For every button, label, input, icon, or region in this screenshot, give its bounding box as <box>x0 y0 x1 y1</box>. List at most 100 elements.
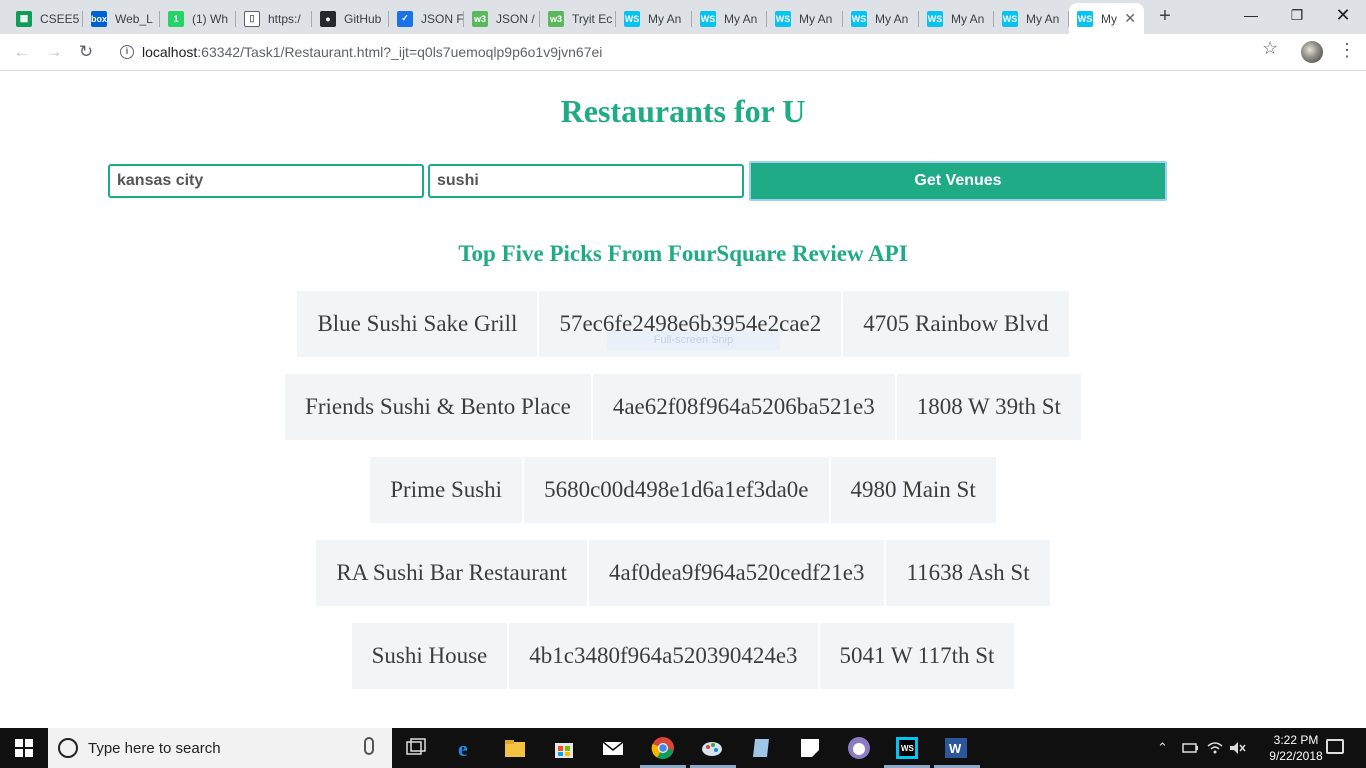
venue-name-cell: Blue Sushi Sake Grill <box>297 291 538 357</box>
venue-row: Friends Sushi & Bento Place 4ae62f08f964a… <box>0 374 1366 440</box>
browser-tab[interactable]: WS My An <box>994 3 1069 34</box>
close-tab-icon[interactable]: ✕ <box>1124 10 1136 27</box>
city-input[interactable] <box>108 164 424 198</box>
venue-id-cell: 4af0dea9f964a520cedf21e3 <box>589 540 885 606</box>
minimize-button[interactable]: — <box>1228 0 1274 30</box>
new-tab-button[interactable]: + <box>1154 6 1176 28</box>
profile-avatar[interactable] <box>1301 41 1323 63</box>
svg-text:W: W <box>949 741 962 756</box>
back-button[interactable]: ← <box>10 40 34 64</box>
tab-title: My An <box>951 11 985 26</box>
edge-icon[interactable]: e <box>455 736 479 760</box>
browser-tab[interactable]: ● GitHub <box>312 3 389 34</box>
notes-icon[interactable] <box>749 736 773 760</box>
file-explorer-icon[interactable] <box>503 736 527 760</box>
url-text[interactable]: localhost:63342/Task1/Restaurant.html?_i… <box>142 44 602 60</box>
search-placeholder: Type here to search <box>88 740 221 757</box>
reload-button[interactable]: ↻ <box>74 40 98 64</box>
browser-tab[interactable]: ▯ https:/ <box>236 3 312 34</box>
info-icon[interactable]: i <box>120 45 134 59</box>
microphone-icon[interactable] <box>364 737 374 755</box>
store-icon[interactable] <box>552 736 576 760</box>
webstorm-icon: WS <box>927 10 943 27</box>
browser-tab[interactable]: w3 JSON / <box>464 3 540 34</box>
tab-title: My An <box>1026 11 1060 26</box>
venue-id-cell: 4ae62f08f964a5206ba521e3 <box>592 374 895 440</box>
page-content: Restaurants for U Get Venues Top Five Pi… <box>0 71 1366 728</box>
browser-tab[interactable]: w3 Tryit Ec <box>540 3 616 34</box>
github-icon: ● <box>320 10 336 27</box>
venue-row: RA Sushi Bar Restaurant 4af0dea9f964a520c… <box>0 540 1366 606</box>
mail-icon[interactable] <box>601 736 625 760</box>
tab-title: My An <box>724 11 758 26</box>
tab-title: Tryit Ec <box>572 11 613 26</box>
get-venues-button[interactable]: Get Venues <box>749 161 1167 201</box>
taskbar-search[interactable]: Type here to search <box>48 728 392 768</box>
browser-tab[interactable]: WS My An <box>616 3 692 34</box>
system-clock[interactable]: 3:22 PM 9/22/2018 <box>1260 732 1332 764</box>
browser-tab[interactable]: WS My An <box>919 3 994 34</box>
cortana-icon <box>58 738 78 758</box>
task-view-icon[interactable] <box>404 736 428 760</box>
venue-row: Sushi House 4b1c3480f964a520390424e3 5041 … <box>0 623 1366 689</box>
forward-button[interactable]: → <box>42 40 66 64</box>
browser-tab[interactable]: ✓ JSON F <box>389 3 464 34</box>
close-window-button[interactable]: ✕ <box>1320 0 1366 30</box>
browser-tab[interactable]: ▦ CSEE5 <box>8 3 83 34</box>
action-center-icon[interactable] <box>1326 739 1344 754</box>
app-icon[interactable] <box>847 736 871 760</box>
sticky-notes-icon[interactable] <box>798 736 822 760</box>
webstorm-icon: WS <box>775 10 791 27</box>
webstorm-icon: WS <box>700 10 716 27</box>
venue-id-cell: 4b1c3480f964a520390424e3 <box>509 623 818 689</box>
browser-tab[interactable]: WS My An <box>843 3 919 34</box>
tab-title: Web_L <box>115 11 153 26</box>
tab-title: CSEE5 <box>40 11 80 26</box>
query-input[interactable] <box>428 164 744 198</box>
browser-tab[interactable]: WS My An <box>692 3 767 34</box>
venue-id-cell: 5680c00d498e1d6a1ef3da0e <box>524 457 829 523</box>
tab-title: JSON F <box>421 11 464 26</box>
bookmark-star-icon[interactable]: ☆ <box>1262 38 1278 59</box>
venue-address-cell: 1808 W 39th St <box>896 374 1081 440</box>
browser-tab[interactable]: WS My ✕ <box>1069 3 1144 34</box>
tab-title: (1) Wh <box>192 11 228 26</box>
start-button[interactable] <box>0 728 48 768</box>
restore-button[interactable]: ❐ <box>1274 0 1320 30</box>
box-icon: box <box>91 10 107 27</box>
tab-title: JSON / <box>496 11 535 26</box>
document-icon: ▯ <box>244 10 260 27</box>
menu-dots-icon[interactable]: ⋮ <box>1338 40 1356 61</box>
word-icon[interactable]: W <box>944 736 968 760</box>
tab-title: GitHub <box>344 11 382 26</box>
browser-tab[interactable]: box Web_L <box>83 3 160 34</box>
webstorm-icon: WS <box>851 10 867 27</box>
venue-name-cell: Sushi House <box>351 623 508 689</box>
venue-address-cell: 4705 Rainbow Blvd <box>843 291 1069 357</box>
wifi-icon[interactable] <box>1206 740 1224 756</box>
tab-title: My <box>1101 11 1117 26</box>
volume-muted-icon[interactable] <box>1228 740 1246 756</box>
tab-title: https:/ <box>268 11 301 26</box>
venue-name-cell: Prime Sushi <box>370 457 523 523</box>
clock-date: 9/22/2018 <box>1269 749 1323 763</box>
battery-icon[interactable] <box>1181 740 1199 756</box>
webstorm-icon: WS <box>1002 10 1018 27</box>
page-title: Restaurants for U <box>560 93 806 129</box>
taskbar: Type here to search e WS W ⌃ 3:22 PM 9/2… <box>0 728 1366 768</box>
w3-icon: w3 <box>472 10 488 27</box>
show-hidden-icons[interactable]: ⌃ <box>1157 740 1168 756</box>
svg-text:WS: WS <box>901 744 915 753</box>
venue-name-cell: Friends Sushi & Bento Place <box>285 374 591 440</box>
tab-title: My An <box>799 11 833 26</box>
browser-tab[interactable]: WS My An <box>767 3 843 34</box>
browser-tab[interactable]: 1 (1) Wh <box>160 3 236 34</box>
address-bar[interactable]: i localhost:63342/Task1/Restaurant.html?… <box>108 38 1288 67</box>
paint-icon[interactable] <box>700 736 724 760</box>
webstorm-icon[interactable]: WS <box>895 736 919 760</box>
w3-icon: w3 <box>548 10 564 27</box>
venue-address-cell: 11638 Ash St <box>886 540 1050 606</box>
tab-title: My An <box>648 11 682 26</box>
clock-time: 3:22 PM <box>1273 733 1319 747</box>
chrome-icon[interactable] <box>651 736 675 760</box>
